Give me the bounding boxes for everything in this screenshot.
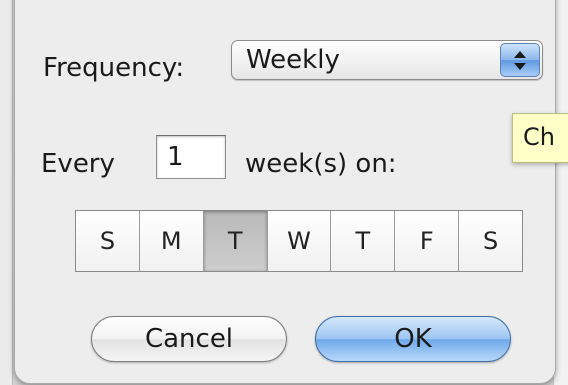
tooltip: Ch (512, 113, 568, 163)
day-sunday[interactable]: S (76, 211, 140, 271)
interval-suffix-label: week(s) on: (245, 149, 397, 179)
day-wednesday[interactable]: W (267, 211, 332, 271)
day-thursday[interactable]: T (331, 211, 396, 271)
background-window-edge (0, 0, 13, 385)
frequency-popup-value: Weekly (246, 45, 340, 75)
day-saturday[interactable]: S (459, 211, 523, 271)
weekday-segmented-control: S M T W T F S (75, 210, 523, 272)
frequency-label: Frequency: (43, 53, 185, 83)
day-monday[interactable]: M (139, 211, 204, 271)
ok-button[interactable]: OK (315, 316, 511, 362)
day-tuesday[interactable]: T (203, 211, 268, 271)
day-friday[interactable]: F (395, 211, 460, 271)
every-label: Every (41, 149, 115, 179)
up-down-arrows-icon (500, 43, 540, 77)
cancel-button[interactable]: Cancel (91, 316, 287, 362)
frequency-popup-button[interactable]: Weekly (231, 40, 543, 80)
interval-field[interactable] (156, 135, 226, 179)
recurrence-sheet: Frequency: Weekly Every week(s) on: S M … (14, 0, 556, 384)
